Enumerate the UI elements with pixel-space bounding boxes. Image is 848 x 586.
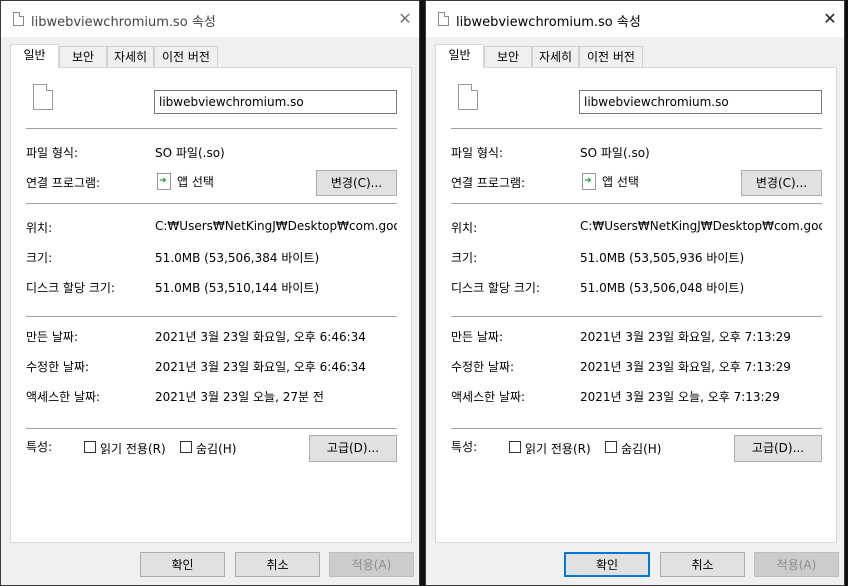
window-title: libwebviewchromium.so 속성 bbox=[456, 15, 641, 30]
location-label: 위치: bbox=[451, 221, 478, 235]
modified-value: 2021년 3월 23일 화요일, 오후 7:13:29 bbox=[580, 360, 791, 374]
opens-with-label: 연결 프로그램: bbox=[26, 176, 101, 190]
tab-details[interactable]: 자세히 bbox=[532, 46, 579, 67]
location-value[interactable]: C:₩Users₩NetKingJ₩Desktop₩com.google.ar bbox=[580, 219, 822, 233]
location-label: 위치: bbox=[26, 221, 53, 235]
properties-window-left: libwebviewchromium.so 속성 ✕ 일반 보안 자세히 이전 … bbox=[0, 0, 420, 586]
accessed-label: 액세스한 날짜: bbox=[26, 390, 101, 404]
created-value: 2021년 3월 23일 화요일, 오후 6:46:34 bbox=[155, 330, 366, 344]
apply-button[interactable]: 적용(A) bbox=[754, 552, 839, 577]
file-type-value: SO 파일(.so) bbox=[155, 146, 225, 160]
filename-field[interactable]: libwebviewchromium.so bbox=[154, 90, 397, 114]
created-value: 2021년 3월 23일 화요일, 오후 7:13:29 bbox=[580, 330, 791, 344]
divider bbox=[26, 128, 397, 129]
file-type-label: 파일 형식: bbox=[451, 146, 504, 160]
tab-previous-versions[interactable]: 이전 버전 bbox=[154, 46, 218, 67]
title-bar[interactable]: libwebviewchromium.so 속성 ✕ bbox=[1, 1, 419, 37]
document-icon bbox=[438, 12, 449, 26]
tab-previous-versions[interactable]: 이전 버전 bbox=[579, 46, 643, 67]
app-select-icon bbox=[157, 173, 171, 190]
size-on-disk-value: 51.0MB (53,510,144 바이트) bbox=[155, 281, 320, 295]
divider bbox=[26, 203, 397, 204]
title-bar[interactable]: libwebviewchromium.so 속성 ✕ bbox=[426, 1, 844, 37]
file-type-value: SO 파일(.so) bbox=[580, 146, 650, 160]
opens-with-value: 앱 선택 bbox=[602, 175, 639, 189]
location-value[interactable]: C:₩Users₩NetKingJ₩Desktop₩com.google.ar bbox=[155, 219, 397, 233]
hidden-checkbox[interactable] bbox=[180, 441, 192, 453]
attributes-label: 특성: bbox=[451, 440, 478, 454]
size-label: 크기: bbox=[451, 251, 478, 265]
window-title: libwebviewchromium.so 속성 bbox=[31, 15, 216, 30]
tab-details[interactable]: 자세히 bbox=[107, 46, 154, 67]
size-on-disk-label: 디스크 할당 크기: bbox=[26, 281, 115, 295]
hidden-label[interactable]: 숨김(H) bbox=[621, 440, 661, 457]
tab-general[interactable]: 일반 bbox=[435, 44, 484, 68]
size-value: 51.0MB (53,505,936 바이트) bbox=[580, 251, 745, 265]
document-icon bbox=[13, 12, 24, 26]
close-icon[interactable]: ✕ bbox=[816, 1, 844, 37]
divider bbox=[451, 428, 822, 429]
readonly-checkbox[interactable] bbox=[509, 441, 521, 453]
general-panel: libwebviewchromium.so 파일 형식: SO 파일(.so) … bbox=[10, 67, 412, 543]
accessed-value: 2021년 3월 23일 오늘, 오후 7:13:29 bbox=[580, 390, 780, 404]
readonly-label[interactable]: 읽기 전용(R) bbox=[525, 440, 591, 457]
size-on-disk-value: 51.0MB (53,506,048 바이트) bbox=[580, 281, 745, 295]
created-label: 만든 날짜: bbox=[26, 330, 79, 344]
divider bbox=[451, 203, 822, 204]
divider bbox=[26, 428, 397, 429]
ok-button[interactable]: 확인 bbox=[140, 552, 225, 577]
accessed-label: 액세스한 날짜: bbox=[451, 390, 526, 404]
size-on-disk-label: 디스크 할당 크기: bbox=[451, 281, 540, 295]
hidden-checkbox[interactable] bbox=[605, 441, 617, 453]
change-button[interactable]: 변경(C)... bbox=[741, 170, 822, 196]
app-select-icon bbox=[582, 173, 596, 190]
apply-button[interactable]: 적용(A) bbox=[329, 552, 414, 577]
cancel-button[interactable]: 취소 bbox=[660, 552, 745, 577]
properties-window-right: libwebviewchromium.so 속성 ✕ 일반 보안 자세히 이전 … bbox=[425, 0, 845, 586]
divider bbox=[451, 128, 822, 129]
close-icon[interactable]: ✕ bbox=[391, 1, 419, 37]
filename-field[interactable]: libwebviewchromium.so bbox=[579, 90, 822, 114]
general-panel: libwebviewchromium.so 파일 형식: SO 파일(.so) … bbox=[435, 67, 837, 543]
cancel-button[interactable]: 취소 bbox=[235, 552, 320, 577]
size-value: 51.0MB (53,506,384 바이트) bbox=[155, 251, 320, 265]
advanced-button[interactable]: 고급(D)... bbox=[309, 435, 397, 462]
hidden-label[interactable]: 숨김(H) bbox=[196, 440, 236, 457]
tab-general[interactable]: 일반 bbox=[10, 44, 59, 68]
attributes-label: 특성: bbox=[26, 440, 53, 454]
created-label: 만든 날짜: bbox=[451, 330, 504, 344]
readonly-checkbox[interactable] bbox=[84, 441, 96, 453]
divider bbox=[26, 316, 397, 317]
accessed-value: 2021년 3월 23일 오늘, 27분 전 bbox=[155, 390, 324, 404]
file-type-label: 파일 형식: bbox=[26, 146, 79, 160]
size-label: 크기: bbox=[26, 251, 53, 265]
ok-button[interactable]: 확인 bbox=[564, 552, 650, 577]
opens-with-label: 연결 프로그램: bbox=[451, 176, 526, 190]
modified-label: 수정한 날짜: bbox=[26, 360, 90, 374]
readonly-label[interactable]: 읽기 전용(R) bbox=[100, 440, 166, 457]
opens-with-value: 앱 선택 bbox=[177, 175, 214, 189]
tab-security[interactable]: 보안 bbox=[59, 46, 107, 67]
file-icon bbox=[458, 84, 478, 110]
modified-label: 수정한 날짜: bbox=[451, 360, 515, 374]
change-button[interactable]: 변경(C)... bbox=[316, 170, 397, 196]
divider bbox=[451, 316, 822, 317]
file-icon bbox=[33, 84, 53, 110]
tab-security[interactable]: 보안 bbox=[484, 46, 532, 67]
modified-value: 2021년 3월 23일 화요일, 오후 6:46:34 bbox=[155, 360, 366, 374]
advanced-button[interactable]: 고급(D)... bbox=[734, 435, 822, 462]
